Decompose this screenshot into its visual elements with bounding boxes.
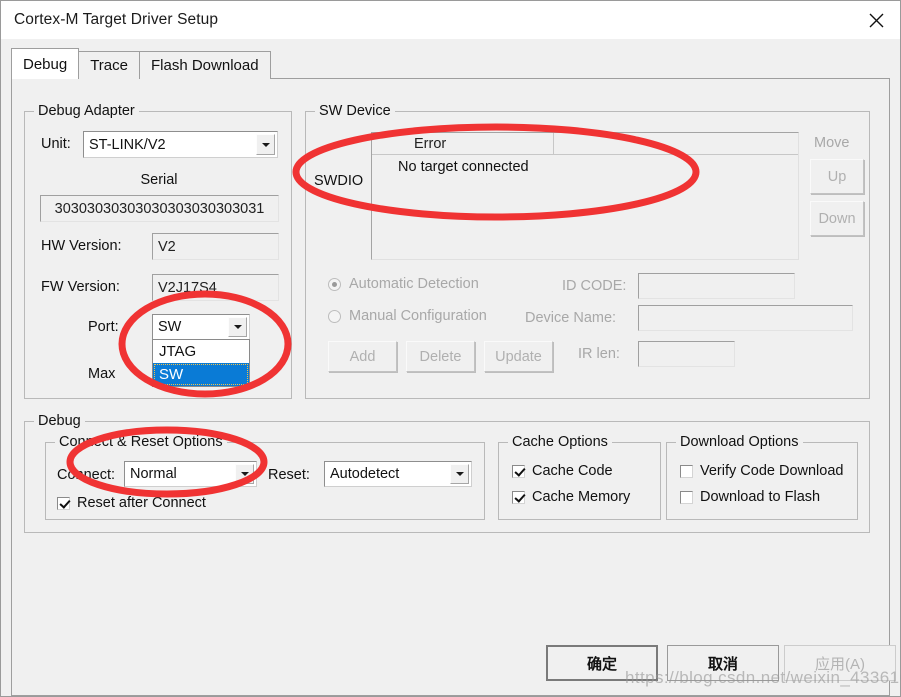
- tab-strip: Debug Trace Flash Download: [11, 48, 900, 79]
- title-bar: Cortex-M Target Driver Setup: [1, 1, 900, 39]
- automatic-detection-label: Automatic Detection: [349, 276, 479, 292]
- sw-device-list-header: Error: [372, 133, 798, 155]
- delete-label: Delete: [419, 348, 462, 365]
- chevron-down-icon: [256, 134, 275, 155]
- debug-tab-panel: Debug Adapter Unit: ST-LINK/V2 Serial 30…: [11, 78, 896, 696]
- tab-debug[interactable]: Debug: [11, 48, 80, 79]
- serial-field: 30303030303030303030303031: [40, 195, 279, 222]
- id-code-field[interactable]: [638, 273, 795, 299]
- checkbox-indicator: [512, 490, 525, 504]
- cache-options-group: Cache Options Cache Code Cache Memory: [498, 434, 661, 520]
- move-down-label: Down: [818, 210, 856, 227]
- device-name-label: Device Name:: [525, 310, 617, 326]
- add-label: Add: [349, 348, 376, 365]
- serial-label: Serial: [140, 172, 178, 188]
- connect-reset-options-group: Connect & Reset Options Connect: Normal …: [45, 434, 485, 520]
- manual-configuration-radio[interactable]: Manual Configuration: [328, 308, 487, 324]
- max-clock-label: Max: [88, 366, 116, 382]
- port-combo[interactable]: SW: [152, 314, 250, 340]
- automatic-detection-radio[interactable]: Automatic Detection: [328, 276, 479, 292]
- connect-combo-value: Normal: [130, 466, 177, 482]
- ir-len-label: IR len:: [578, 346, 620, 362]
- column-header-error: Error: [372, 133, 554, 154]
- manual-configuration-label: Manual Configuration: [349, 308, 487, 324]
- add-button[interactable]: Add: [328, 341, 397, 372]
- tab-trace[interactable]: Trace: [78, 51, 140, 79]
- download-to-flash-label: Download to Flash: [700, 489, 821, 505]
- checkbox-indicator: [57, 496, 70, 510]
- port-option-jtag-label: JTAG: [159, 343, 197, 360]
- radio-indicator: [328, 277, 341, 291]
- sw-device-list[interactable]: Error No target connected: [371, 132, 799, 260]
- checkbox-indicator: [680, 490, 693, 504]
- close-icon[interactable]: [853, 1, 900, 39]
- checkbox-indicator: [680, 464, 693, 478]
- chevron-down-icon: [235, 464, 254, 484]
- verify-code-download-checkbox[interactable]: Verify Code Download: [680, 463, 843, 479]
- port-dropdown-popup[interactable]: JTAG SW: [152, 339, 250, 387]
- ok-label: 确定: [586, 655, 617, 673]
- swdio-label: SWDIO: [314, 173, 364, 189]
- debug-adapter-group: Debug Adapter Unit: ST-LINK/V2 Serial 30…: [24, 103, 292, 399]
- port-option-sw-label: SW: [159, 366, 184, 383]
- tab-trace-label: Trace: [90, 57, 128, 74]
- id-code-label: ID CODE:: [562, 278, 627, 294]
- tab-flash-download-label: Flash Download: [151, 57, 259, 74]
- port-option-sw[interactable]: SW: [153, 363, 249, 386]
- cache-memory-label: Cache Memory: [532, 489, 631, 505]
- update-label: Update: [495, 348, 542, 365]
- move-up-button[interactable]: Up: [810, 159, 864, 194]
- debug-group: Debug Connect & Reset Options Connect: N…: [24, 413, 870, 533]
- fw-version-label: FW Version:: [41, 279, 120, 295]
- debug-adapter-legend: Debug Adapter: [34, 103, 139, 119]
- cache-options-legend: Cache Options: [508, 434, 612, 450]
- connect-combo[interactable]: Normal: [124, 461, 257, 487]
- device-name-field[interactable]: [638, 305, 853, 331]
- debug-group-legend: Debug: [34, 413, 85, 429]
- sw-device-group: SW Device SWDIO Error No target connecte…: [305, 103, 870, 399]
- port-label: Port:: [88, 319, 119, 335]
- move-down-button[interactable]: Down: [810, 201, 864, 236]
- cache-memory-checkbox[interactable]: Cache Memory: [512, 489, 630, 505]
- delete-button[interactable]: Delete: [406, 341, 475, 372]
- chevron-down-icon: [450, 464, 469, 484]
- download-options-legend: Download Options: [676, 434, 803, 450]
- radio-indicator: [328, 309, 341, 323]
- hw-version-label: HW Version:: [41, 238, 122, 254]
- reset-combo-value: Autodetect: [330, 466, 400, 482]
- hw-version-field: V2: [152, 233, 279, 260]
- cache-code-label: Cache Code: [532, 463, 613, 479]
- verify-code-download-label: Verify Code Download: [700, 463, 844, 479]
- window-title: Cortex-M Target Driver Setup: [14, 11, 219, 28]
- reset-combo[interactable]: Autodetect: [324, 461, 472, 487]
- fw-version-field: V2J17S4: [152, 274, 279, 301]
- reset-after-connect-label: Reset after Connect: [77, 495, 206, 511]
- target-driver-setup-dialog: Cortex-M Target Driver Setup Debug Trace…: [0, 0, 901, 697]
- table-row[interactable]: No target connected: [372, 155, 798, 179]
- port-combo-value: SW: [158, 319, 182, 335]
- reset-label: Reset:: [268, 467, 310, 483]
- cache-code-checkbox[interactable]: Cache Code: [512, 463, 613, 479]
- checkbox-indicator: [512, 464, 525, 478]
- port-option-jtag[interactable]: JTAG: [153, 340, 249, 363]
- tab-flash-download[interactable]: Flash Download: [139, 51, 271, 79]
- connect-label: Connect:: [57, 467, 116, 483]
- column-header-blank: [554, 133, 798, 154]
- watermark-text: https://blog.csdn.net/weixin_43361652: [625, 668, 901, 687]
- row-error-text: No target connected: [398, 159, 529, 175]
- unit-combo[interactable]: ST-LINK/V2: [83, 131, 278, 158]
- unit-combo-value: ST-LINK/V2: [89, 136, 166, 153]
- tab-debug-label: Debug: [23, 55, 68, 73]
- download-options-group: Download Options Verify Code Download Do…: [666, 434, 858, 520]
- unit-label: Unit:: [41, 136, 71, 152]
- move-label: Move: [814, 135, 850, 151]
- update-button[interactable]: Update: [484, 341, 553, 372]
- reset-after-connect-checkbox[interactable]: Reset after Connect: [57, 495, 206, 511]
- ir-len-field[interactable]: [638, 341, 735, 367]
- sw-device-legend: SW Device: [315, 103, 395, 119]
- chevron-down-icon: [228, 317, 247, 337]
- move-up-label: Up: [827, 168, 847, 185]
- connect-reset-legend: Connect & Reset Options: [55, 434, 227, 450]
- download-to-flash-checkbox[interactable]: Download to Flash: [680, 489, 820, 505]
